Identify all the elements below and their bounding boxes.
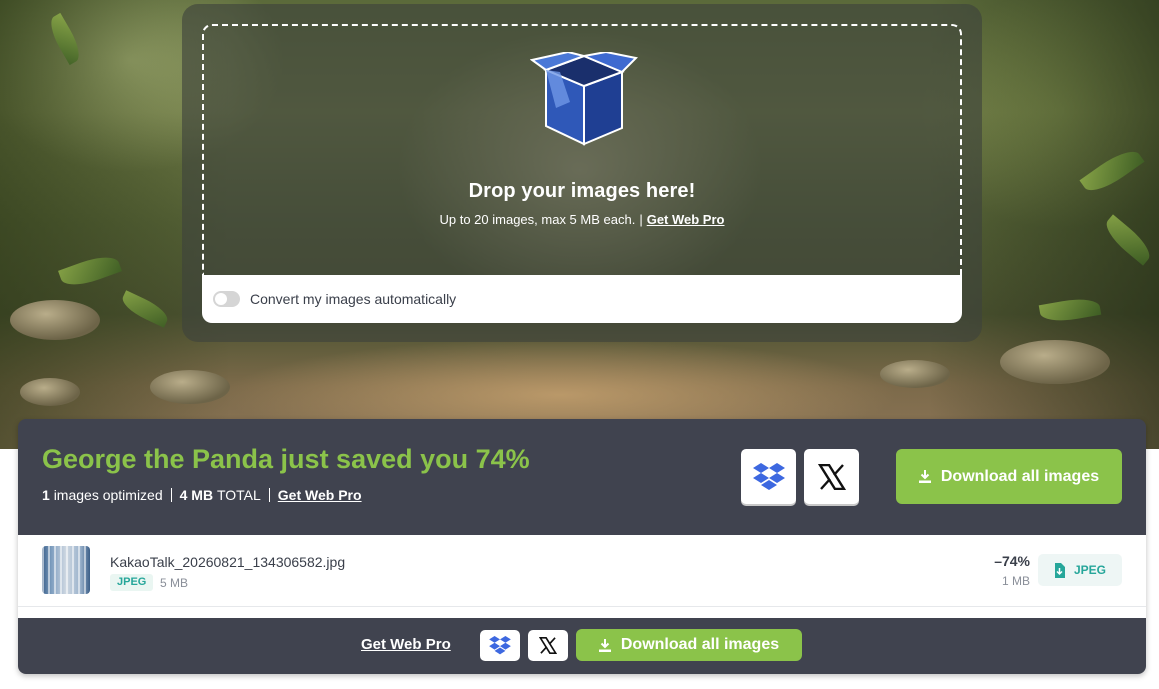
- download-icon: [918, 470, 931, 483]
- footer-download-all-button[interactable]: Download all images: [576, 629, 802, 661]
- footer-dropbox-button[interactable]: [480, 630, 520, 661]
- file-new-size: 1 MB: [1001, 574, 1030, 588]
- scene-rock: [150, 370, 230, 404]
- upload-card: Drop your images here! Up to 20 images, …: [182, 4, 982, 342]
- auto-convert-toggle[interactable]: [213, 291, 240, 307]
- scene-rock: [1000, 340, 1110, 384]
- images-count-label: images optimized: [53, 487, 163, 503]
- total-size: 4 MB: [179, 487, 214, 503]
- drop-limits: Up to 20 images, max 5 MB each.: [439, 212, 636, 227]
- file-download-icon: [1054, 562, 1065, 578]
- scene-rock: [10, 300, 100, 340]
- drop-title: Drop your images here!: [468, 180, 696, 202]
- get-web-pro-link[interactable]: Get Web Pro: [278, 487, 362, 503]
- scene-rock: [20, 378, 80, 406]
- x-icon: [817, 463, 846, 490]
- download-icon: [598, 638, 611, 652]
- file-saving-percent: –74%: [994, 553, 1030, 569]
- images-count: 1: [42, 487, 50, 503]
- results-header: George the Panda just saved you 74% 1 im…: [18, 419, 1146, 535]
- download-all-button[interactable]: Download all images: [896, 449, 1122, 504]
- open-box-icon: [530, 52, 638, 146]
- stats-divider: [268, 488, 270, 502]
- footer-share-on-x-button[interactable]: [528, 630, 568, 661]
- convert-bar: Convert my images automatically: [202, 275, 962, 323]
- file-thumbnail: [42, 546, 90, 594]
- download-all-label: Download all images: [940, 467, 1100, 485]
- file-list: KakaoTalk_20260821_134306582.jpg JPEG 5 …: [18, 535, 1146, 618]
- file-name: KakaoTalk_20260821_134306582.jpg: [110, 554, 346, 570]
- footer-get-web-pro-link[interactable]: Get Web Pro: [361, 636, 451, 653]
- file-row: KakaoTalk_20260821_134306582.jpg JPEG 5 …: [18, 535, 1146, 607]
- file-original-size: 5 MB: [160, 576, 189, 590]
- stats-divider: [170, 488, 172, 502]
- total-size-label: TOTAL: [216, 487, 261, 503]
- dropbox-icon: [489, 636, 511, 655]
- x-icon: [539, 637, 557, 654]
- results-panel: George the Panda just saved you 74% 1 im…: [18, 419, 1146, 674]
- footer-download-all-label: Download all images: [620, 636, 780, 653]
- file-download-label: JPEG: [1073, 563, 1106, 577]
- share-on-x-button[interactable]: [804, 449, 859, 504]
- drop-separator: |: [639, 212, 643, 227]
- dropbox-icon: [752, 462, 785, 490]
- save-to-dropbox-button[interactable]: [741, 449, 796, 504]
- drop-subtitle: Up to 20 images, max 5 MB each. | Get Web …: [204, 212, 960, 227]
- drop-zone[interactable]: Drop your images here! Up to 20 images, …: [202, 24, 962, 275]
- get-web-pro-link[interactable]: Get Web Pro: [647, 212, 725, 227]
- savings-headline: George the Panda just saved you 74%: [42, 444, 530, 474]
- results-footer: Get Web Pro Download all images: [18, 618, 1146, 674]
- file-type-badge: JPEG: [110, 574, 154, 591]
- auto-convert-label: Convert my images automatically: [250, 291, 457, 307]
- toggle-knob: [215, 293, 227, 305]
- file-download-button[interactable]: JPEG: [1038, 554, 1122, 586]
- scene-rock: [880, 360, 950, 388]
- summary-stats: 1 images optimized 4 MB TOTAL Get Web Pr…: [42, 487, 362, 503]
